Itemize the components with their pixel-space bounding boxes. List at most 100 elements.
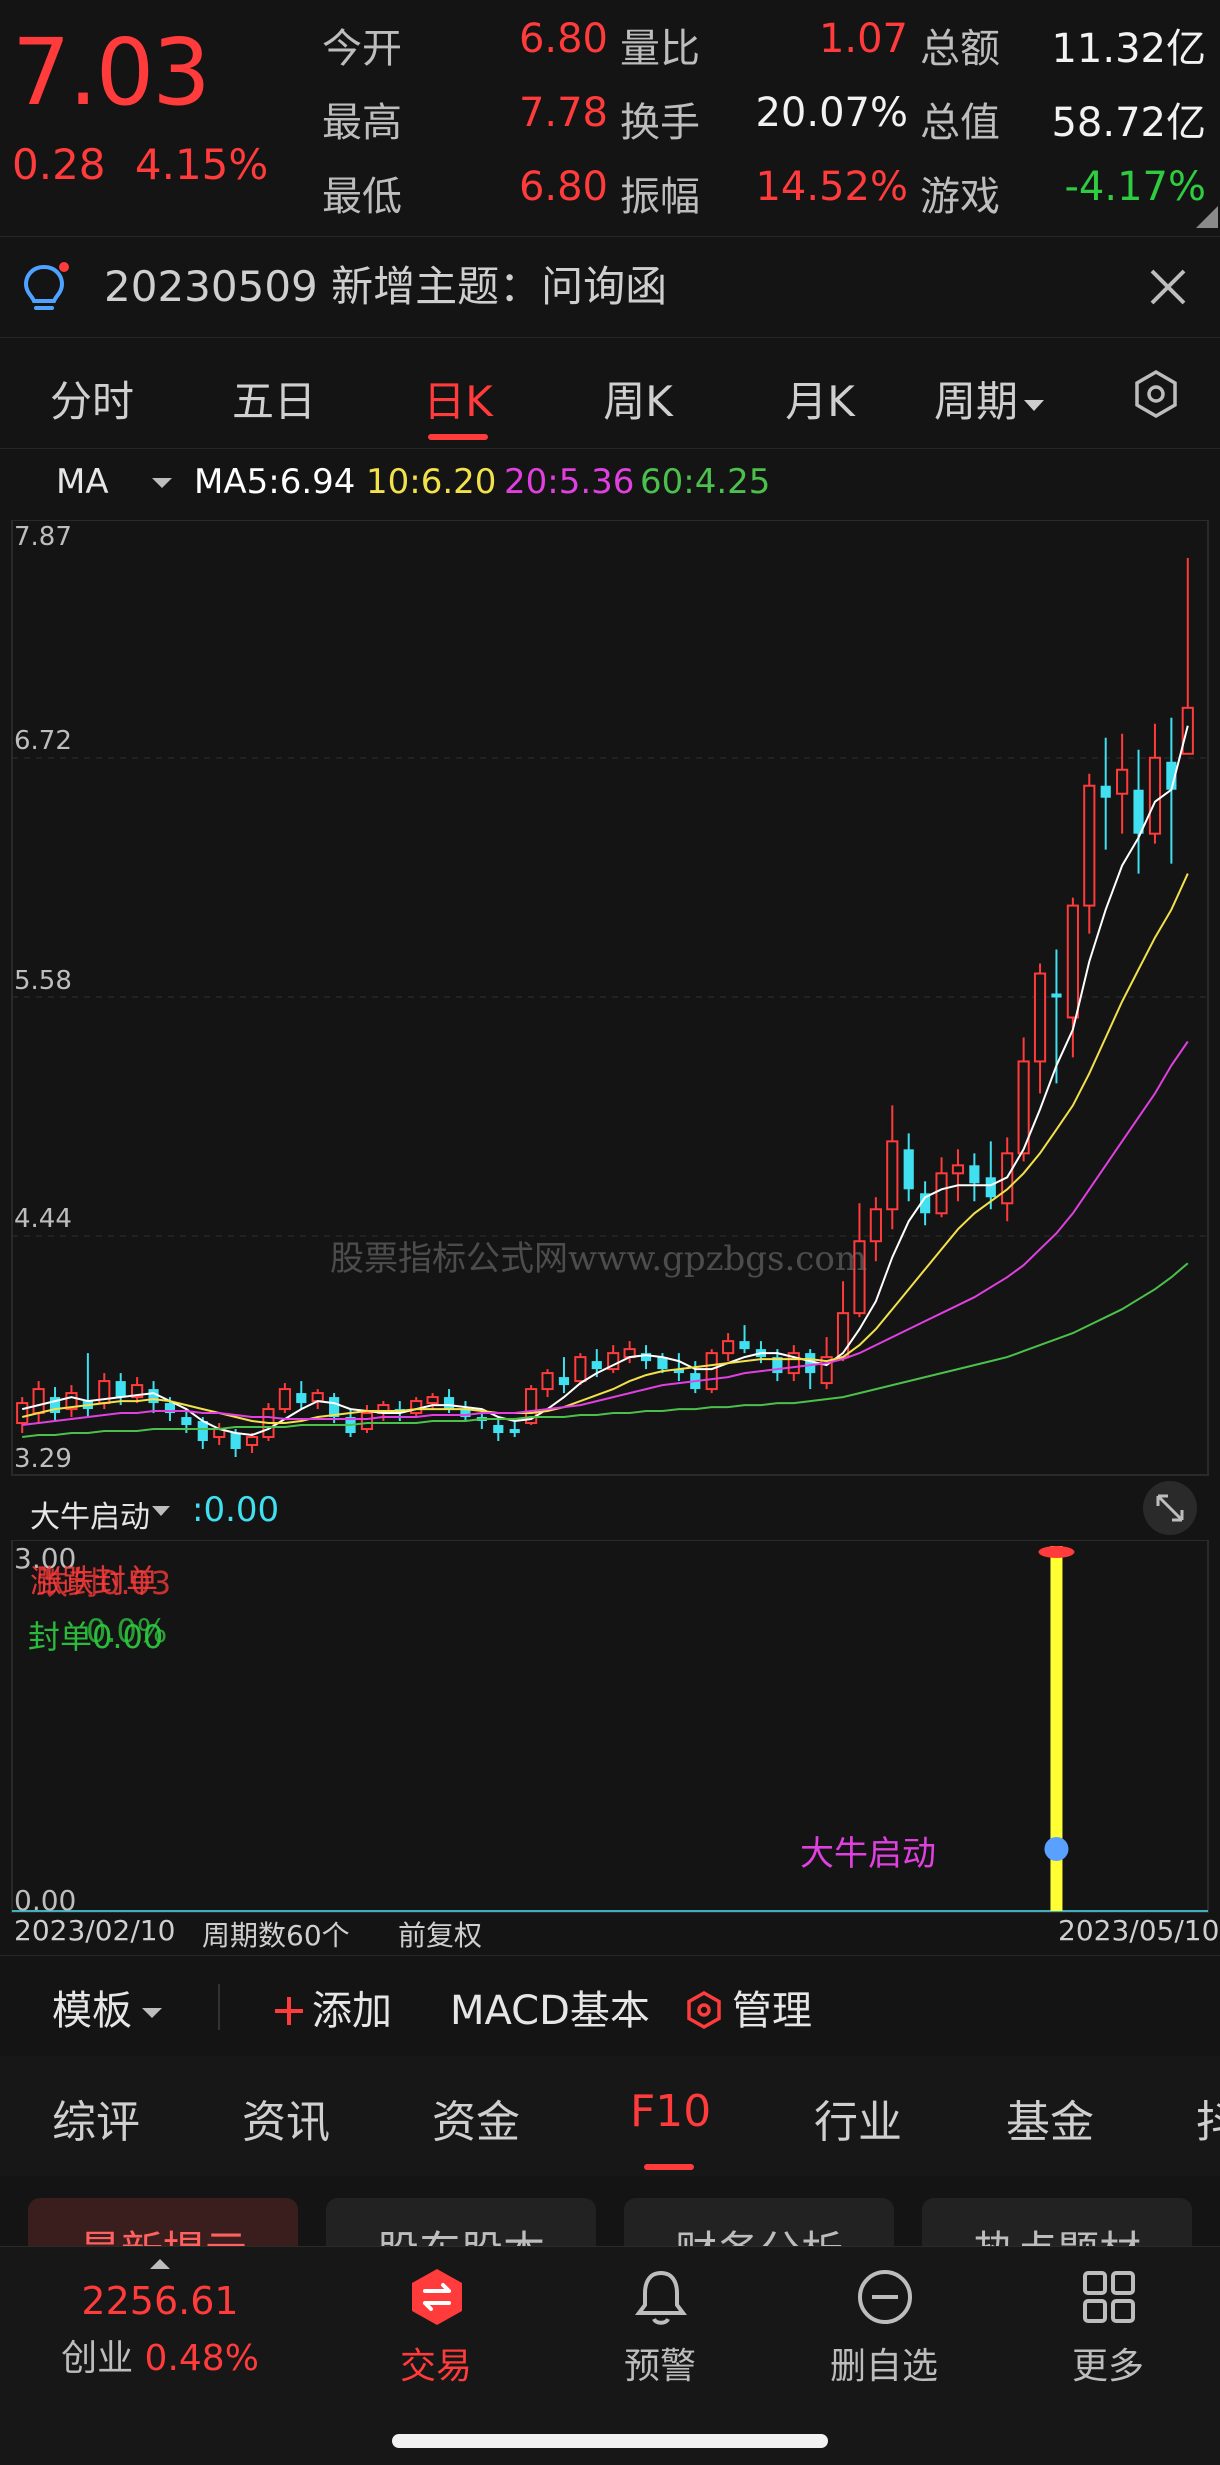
grid-icon: [1083, 2271, 1135, 2323]
settings-hexagon-icon[interactable]: [1130, 368, 1182, 420]
candle-down[interactable]: [969, 1165, 980, 1184]
candle-up[interactable]: [951, 1164, 965, 1175]
candle-up[interactable]: [836, 1312, 850, 1359]
candle-down[interactable]: [493, 1425, 504, 1434]
nav-trade[interactable]: 交易: [346, 2247, 526, 2437]
candle-up[interactable]: [1066, 904, 1079, 1019]
candle-down[interactable]: [1051, 993, 1062, 998]
candle-down[interactable]: [739, 1341, 750, 1350]
quote-header: 7.03 0.28 4.15% 今开 6.80 量比 1.07 总额 11.32…: [0, 0, 1220, 236]
nav-alert-label: 预警: [623, 2346, 696, 2387]
high-value: 7.78: [518, 90, 608, 136]
candle-down[interactable]: [115, 1381, 126, 1398]
y-tick-max: 7.87: [14, 522, 72, 552]
ma-dropdown-icon[interactable]: [150, 476, 174, 490]
tab-daily-k[interactable]: 日K: [378, 368, 538, 429]
candle-up[interactable]: [935, 1172, 948, 1215]
ma-legend: MA MA5:6.94 10:6.20 20:5.36 60:4.25: [0, 450, 1220, 520]
candle-up[interactable]: [1033, 972, 1047, 1063]
macd-basic-button[interactable]: MACD基本: [450, 1978, 650, 2036]
turnover-rate-label: 换手: [620, 100, 700, 146]
candle-up[interactable]: [16, 1402, 29, 1425]
signal-marker-icon: [1044, 1837, 1069, 1861]
info-tab-fund[interactable]: 基金: [1006, 2086, 1094, 2150]
candle-down[interactable]: [197, 1421, 208, 1442]
indicator-dropdown-icon[interactable]: [150, 1504, 172, 1518]
candle-up[interactable]: [1148, 756, 1162, 835]
candle-up[interactable]: [426, 1396, 439, 1405]
banner-text[interactable]: 20230509 新增主题：问询函: [104, 257, 667, 317]
candle-down[interactable]: [181, 1417, 192, 1426]
news-banner[interactable]: 20230509 新增主题：问询函: [0, 236, 1220, 338]
tab-period-label: 周期: [933, 377, 1018, 426]
candle-down[interactable]: [509, 1429, 520, 1434]
index-value[interactable]: 2256.61: [40, 2279, 280, 2323]
axis-end-date: 2023/05/10: [1058, 1914, 1220, 1947]
kline-chart[interactable]: 股票指标公式网www.gpzbgs.com 7.87 6.72 5.58 4.4…: [0, 519, 1220, 1480]
candle-up[interactable]: [311, 1392, 324, 1403]
candle-up[interactable]: [410, 1400, 423, 1415]
sector-label[interactable]: 游戏: [920, 164, 1000, 222]
candle-up[interactable]: [886, 1140, 899, 1211]
ma-selector[interactable]: MA: [56, 462, 109, 502]
close-icon[interactable]: [1140, 259, 1196, 315]
candle-up[interactable]: [541, 1372, 554, 1391]
info-tab-news[interactable]: 资讯: [242, 2086, 330, 2150]
candle-up[interactable]: [1116, 768, 1129, 795]
manage-button[interactable]: 管理: [684, 1978, 812, 2036]
template-button[interactable]: 模板: [52, 1978, 164, 2036]
tab-monthly-k[interactable]: 月K: [740, 368, 900, 429]
info-tab-f10[interactable]: F10: [630, 2086, 711, 2137]
candle-down[interactable]: [985, 1177, 996, 1198]
candle-up[interactable]: [869, 1208, 882, 1243]
candle-up[interactable]: [245, 1436, 259, 1447]
candle-down[interactable]: [443, 1397, 455, 1410]
tab-intraday[interactable]: 分时: [12, 368, 172, 429]
info-tab-active-indicator: [644, 2164, 694, 2170]
minus-circle-icon: [858, 2270, 912, 2324]
turnover-rate-value: 20.07%: [755, 90, 908, 136]
info-tab-funds[interactable]: 资金: [432, 2086, 520, 2150]
nav-more[interactable]: 更多: [1018, 2247, 1198, 2437]
candle-down[interactable]: [558, 1377, 570, 1386]
tab-five-day[interactable]: 五日: [194, 368, 354, 429]
candle-up[interactable]: [32, 1388, 45, 1415]
candle-down[interactable]: [1133, 789, 1144, 834]
corner-triangle-icon: [1196, 206, 1218, 228]
candle-up[interactable]: [705, 1352, 718, 1391]
home-indicator[interactable]: [392, 2434, 828, 2448]
candle-up[interactable]: [1181, 706, 1194, 755]
expand-icon[interactable]: [1142, 1480, 1198, 1536]
candle-down[interactable]: [148, 1389, 159, 1404]
overlay-red-text-2: 跌封0.03: [36, 1564, 172, 1602]
info-tabs: 综评 资讯 资金 F10 行业 基金 抖: [0, 2056, 1220, 2176]
sector-change-value[interactable]: -4.17%: [1036, 164, 1206, 210]
market-cap-label: 总值: [920, 100, 1000, 146]
tab-weekly-k[interactable]: 周K: [558, 368, 718, 429]
indicator-name[interactable]: 大牛启动: [30, 1492, 150, 1536]
candle-down[interactable]: [296, 1393, 307, 1404]
info-tab-overview[interactable]: 综评: [52, 2086, 140, 2150]
candle-down[interactable]: [1100, 785, 1111, 798]
candle-up[interactable]: [360, 1412, 374, 1431]
candle-down[interactable]: [805, 1353, 816, 1374]
kline-svg[interactable]: 股票指标公式网www.gpzbgs.com: [0, 519, 1220, 1480]
candle-up[interactable]: [1083, 784, 1096, 907]
index-change[interactable]: 创业 0.48%: [40, 2329, 280, 2381]
candle-up[interactable]: [278, 1388, 291, 1411]
candle-down[interactable]: [591, 1361, 602, 1370]
tab-period[interactable]: 周期: [920, 368, 1060, 429]
indicator-svg[interactable]: [0, 1539, 1220, 1920]
info-tab-more[interactable]: 抖: [1196, 2086, 1220, 2150]
indicator-chart[interactable]: 3.00 0.00 涨跌封单 跌封0.03 封单0.00 0.0% 大牛启动: [0, 1539, 1220, 1920]
watermark: 股票指标公式网www.gpzbgs.com: [330, 1239, 867, 1279]
nav-remove-watchlist[interactable]: 删自选: [794, 2247, 974, 2437]
candle-down[interactable]: [903, 1149, 914, 1190]
candle-up[interactable]: [722, 1340, 735, 1355]
candle-up[interactable]: [574, 1356, 587, 1383]
axis-adjust-mode[interactable]: 前复权: [398, 1914, 482, 1954]
info-tab-industry[interactable]: 行业: [814, 2086, 902, 2150]
add-button[interactable]: 添加: [272, 1978, 392, 2036]
candle-down[interactable]: [230, 1433, 241, 1450]
nav-alert[interactable]: 预警: [570, 2247, 750, 2437]
